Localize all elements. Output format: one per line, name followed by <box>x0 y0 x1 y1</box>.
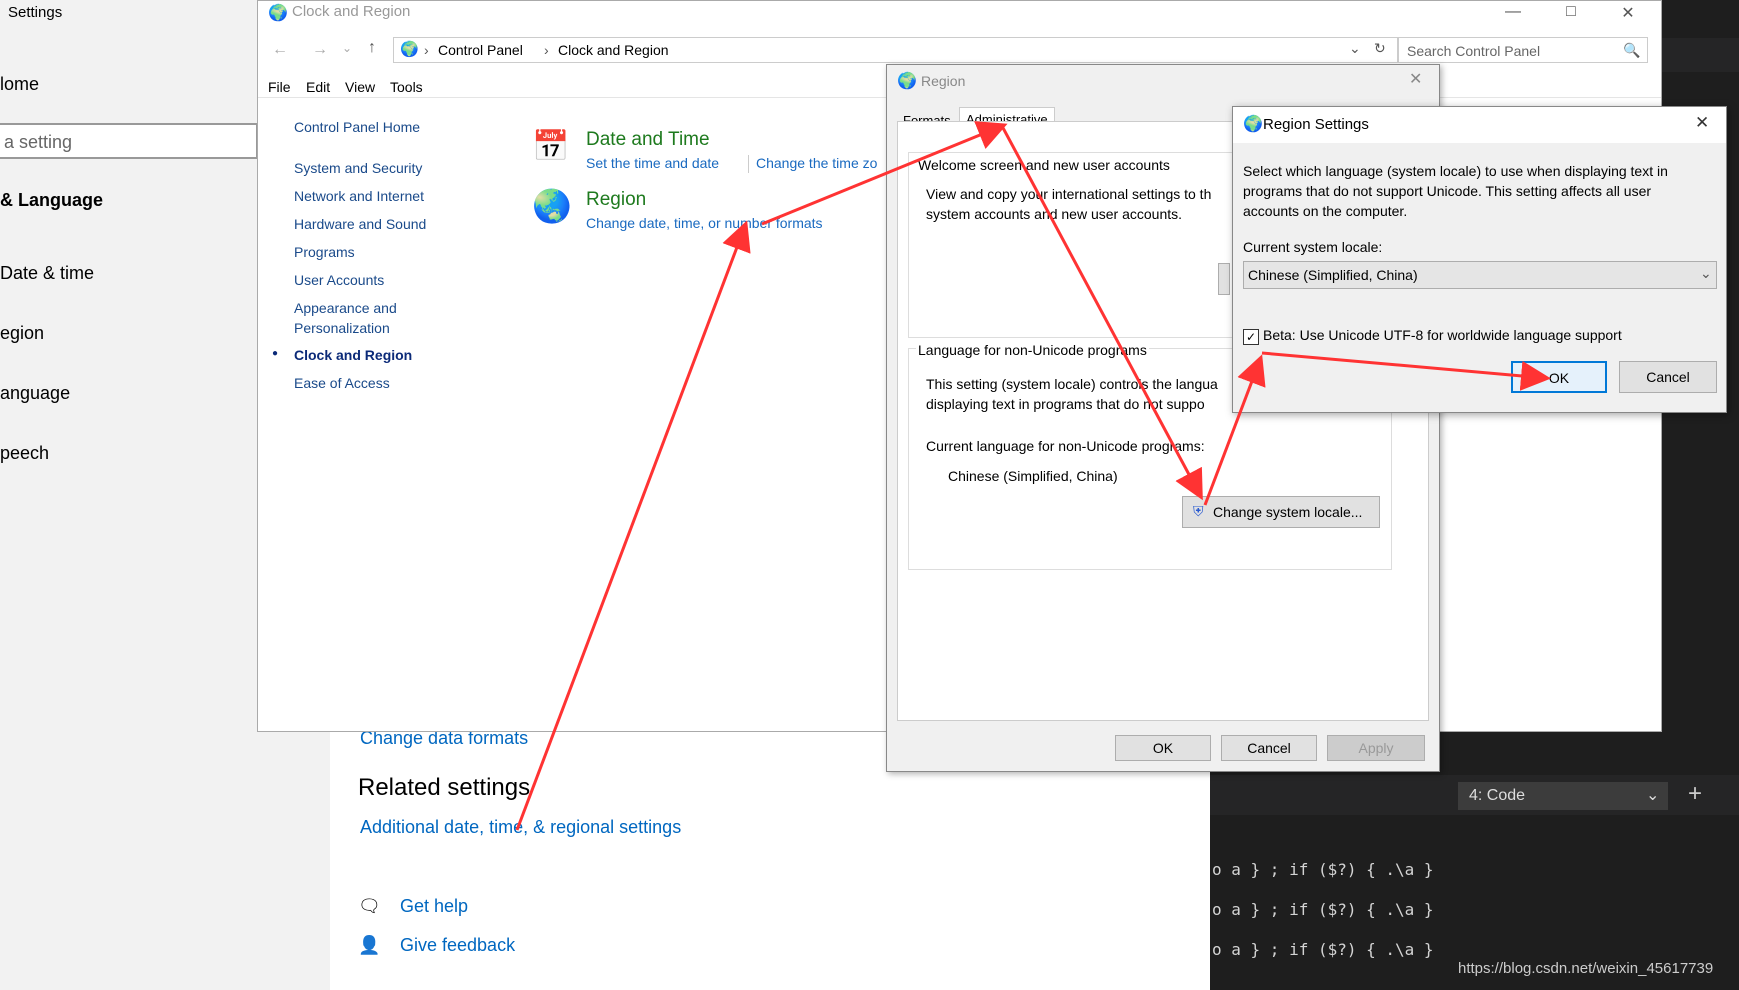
annotation-arrow <box>761 121 1008 226</box>
annotation-arrow <box>515 220 751 831</box>
annotation-arrows <box>515 121 1551 831</box>
annotation-arrow <box>1203 354 1266 506</box>
annotation-arrow <box>1000 125 1203 501</box>
annotation-arrow <box>1261 351 1551 391</box>
